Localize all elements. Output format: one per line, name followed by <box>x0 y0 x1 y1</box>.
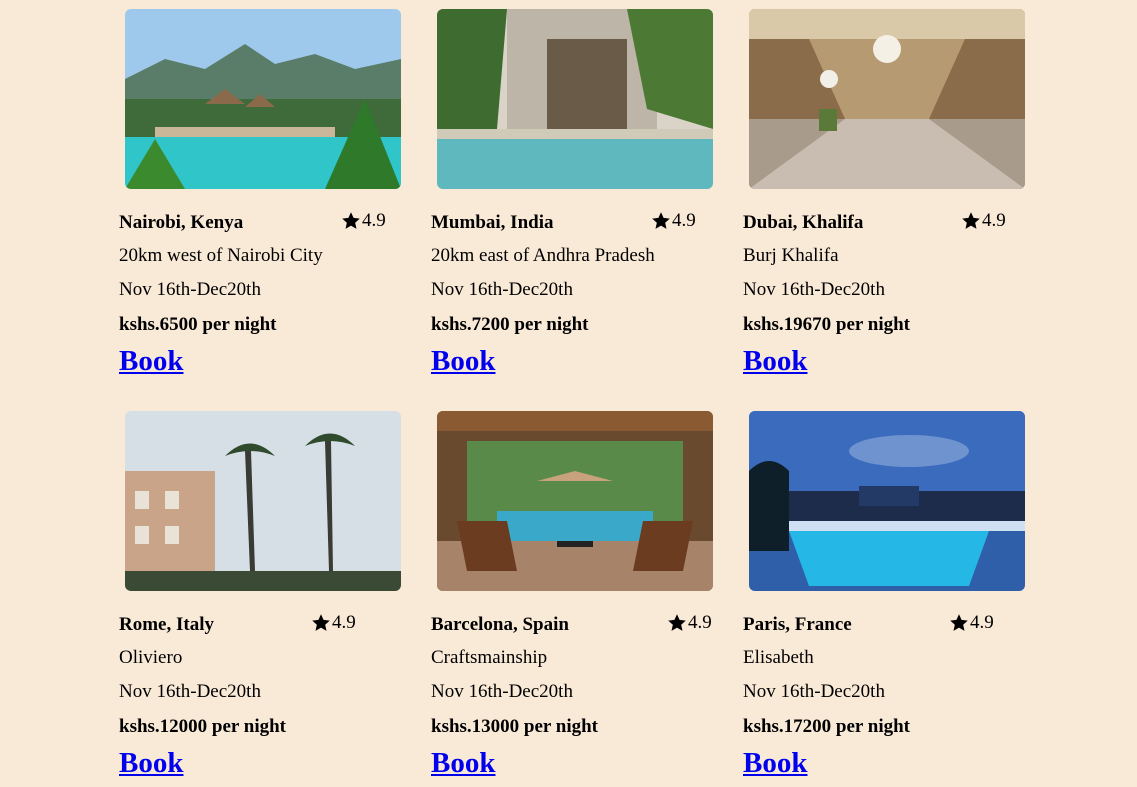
night-pool-image <box>749 411 1025 591</box>
listing-photo-palm-pool[interactable] <box>437 9 713 189</box>
listing-price: kshs.13000 per night <box>431 716 599 737</box>
star-icon <box>962 212 980 229</box>
listing-dates: Nov 16th-Dec20th <box>431 279 573 300</box>
listing-description: 20km west of Nairobi City <box>119 245 323 266</box>
listing-location: Rome, Italy <box>119 614 214 635</box>
rating-value: 4.9 <box>982 210 1006 231</box>
listing-header: Rome, Italy 4.9 <box>119 612 399 636</box>
rating-value: 4.9 <box>332 612 356 633</box>
listing-description: Craftsmainship <box>431 647 548 668</box>
listing-rating: 4.9 <box>651 210 696 232</box>
listing-photo-resort-pool[interactable] <box>125 9 401 189</box>
listing-location: Paris, France <box>743 614 852 635</box>
hotel-lobby-image <box>749 9 1025 189</box>
listing-photo-beach-hotel[interactable] <box>125 411 401 591</box>
book-link[interactable]: Book <box>119 345 183 378</box>
listing-photo-lobby[interactable] <box>749 9 1025 189</box>
resort-pool-image <box>125 9 401 189</box>
listing-header: Paris, France 4.9 <box>743 612 1023 636</box>
listing-photo-villa-pool[interactable] <box>437 411 713 591</box>
beach-hotel-image <box>125 411 401 591</box>
listing-dates: Nov 16th-Dec20th <box>119 279 261 300</box>
listing-description: 20km east of Andhra Pradesh <box>431 245 655 266</box>
listing-price: kshs.19670 per night <box>743 314 911 335</box>
book-link[interactable]: Book <box>431 747 495 780</box>
rating-value: 4.9 <box>362 210 386 231</box>
listing-description: Oliviero <box>119 647 183 668</box>
listings-grid: Nairobi, Kenya 4.9 20km west of Nairobi … <box>0 0 1137 787</box>
listing-header: Dubai, Khalifa 4.9 <box>743 210 1023 234</box>
listing-rating: 4.9 <box>949 612 994 634</box>
listing-header: Barcelona, Spain 4.9 <box>431 612 712 636</box>
listing-location: Mumbai, India <box>431 212 554 233</box>
listing-price: kshs.6500 per night <box>119 314 277 335</box>
listing-photo-night-pool[interactable] <box>749 411 1025 591</box>
listing-rating: 4.9 <box>961 210 1006 232</box>
rating-value: 4.9 <box>672 210 696 231</box>
listing-location: Dubai, Khalifa <box>743 212 864 233</box>
star-icon <box>950 614 968 631</box>
star-icon <box>668 614 686 631</box>
book-link[interactable]: Book <box>743 747 807 780</box>
book-link[interactable]: Book <box>743 345 807 378</box>
listing-rating: 4.9 <box>341 210 386 232</box>
listing-price: kshs.17200 per night <box>743 716 911 737</box>
rating-value: 4.9 <box>970 612 994 633</box>
listing-description: Burj Khalifa <box>743 245 839 266</box>
listing-price: kshs.12000 per night <box>119 716 287 737</box>
rating-value: 4.9 <box>688 612 712 633</box>
star-icon <box>342 212 360 229</box>
listing-dates: Nov 16th-Dec20th <box>743 681 885 702</box>
listing-dates: Nov 16th-Dec20th <box>743 279 885 300</box>
listing-location: Barcelona, Spain <box>431 614 569 635</box>
star-icon <box>652 212 670 229</box>
listing-price: kshs.7200 per night <box>431 314 589 335</box>
listing-dates: Nov 16th-Dec20th <box>119 681 261 702</box>
listing-rating: 4.9 <box>311 612 356 634</box>
listing-location: Nairobi, Kenya <box>119 212 244 233</box>
villa-pool-image <box>437 411 713 591</box>
listing-header: Mumbai, India 4.9 <box>431 210 711 234</box>
listing-rating: 4.9 <box>667 612 712 634</box>
listing-dates: Nov 16th-Dec20th <box>431 681 573 702</box>
star-icon <box>312 614 330 631</box>
listing-description: Elisabeth <box>743 647 814 668</box>
palm-pool-image <box>437 9 713 189</box>
book-link[interactable]: Book <box>119 747 183 780</box>
book-link[interactable]: Book <box>431 345 495 378</box>
listing-header: Nairobi, Kenya 4.9 <box>119 210 399 234</box>
